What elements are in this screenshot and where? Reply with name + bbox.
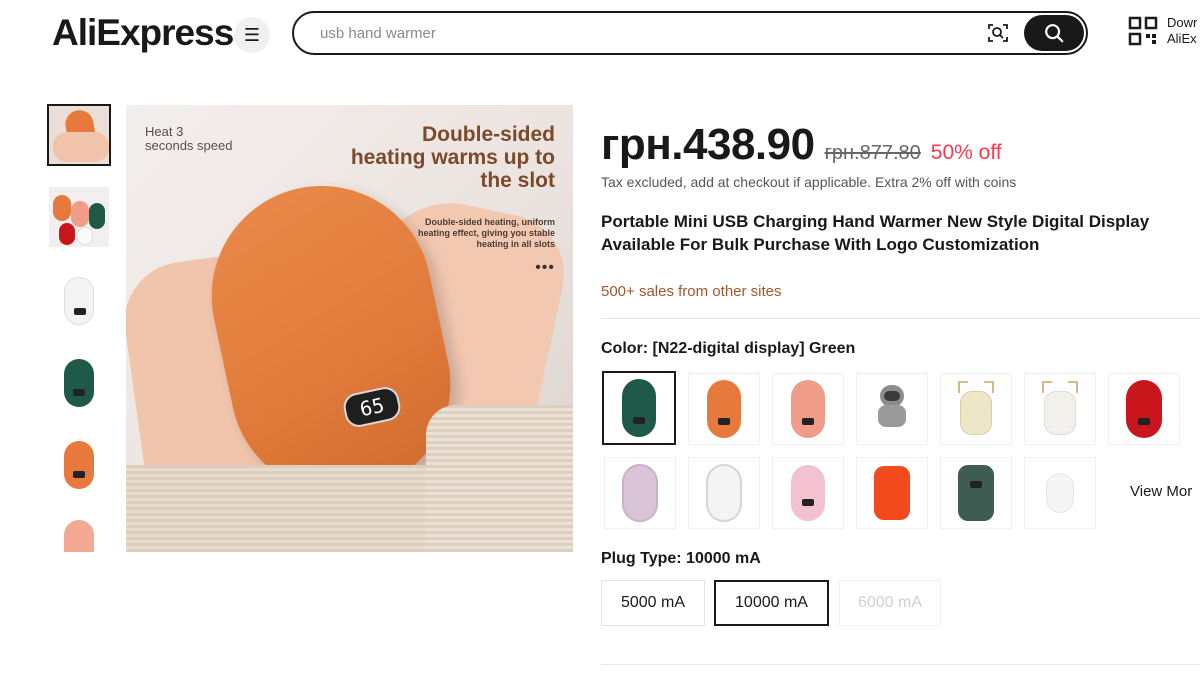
thumbnail-5[interactable]: [47, 434, 111, 496]
image-search-icon[interactable]: [986, 21, 1010, 45]
thumbnail-4[interactable]: [47, 352, 111, 414]
color-swatch-red[interactable]: [1108, 373, 1180, 445]
color-swatch-silver[interactable]: [688, 457, 760, 529]
download-text-line1: Dowr: [1167, 15, 1198, 30]
download-app-link[interactable]: Dowr AliEx: [1167, 15, 1197, 47]
plug-option-5000[interactable]: 5000 mA: [601, 580, 705, 626]
aliexpress-logo[interactable]: AliExpress: [52, 12, 234, 54]
plug-option-6000: 6000 mA: [839, 580, 941, 626]
color-swatch-orange[interactable]: [688, 373, 760, 445]
product-title: Portable Mini USB Charging Hand Warmer N…: [601, 212, 1150, 254]
more-dots-icon: •••: [535, 259, 555, 276]
search-input[interactable]: [320, 21, 960, 45]
plug-option-10000[interactable]: 10000 mA: [714, 580, 829, 626]
search-button[interactable]: [1024, 15, 1084, 51]
menu-button[interactable]: ☰: [234, 17, 270, 53]
color-swatch-green[interactable]: [602, 371, 676, 445]
current-price: грн.438.90: [601, 120, 815, 169]
divider: [601, 664, 1200, 665]
main-product-image[interactable]: 65 Heat 3 seconds speed Double-sided hea…: [126, 105, 573, 552]
color-label: Color: [N22-digital display] Green: [601, 340, 856, 357]
color-swatch-white[interactable]: [1024, 457, 1096, 529]
heat-text: Heat 3 seconds speed: [145, 124, 233, 153]
thumbnail-1[interactable]: [47, 104, 111, 166]
divider: [601, 318, 1200, 319]
color-swatch-bright-orange[interactable]: [856, 457, 928, 529]
image-subtext: Double-sided heating, uniform heating ef…: [417, 217, 555, 249]
download-text-line2: AliEx: [1167, 31, 1197, 46]
qr-code-icon[interactable]: [1128, 16, 1158, 46]
image-headline: Double-sided heating warms up to the slo…: [350, 123, 555, 192]
color-swatch-pink[interactable]: [772, 373, 844, 445]
search-icon: [1045, 24, 1064, 43]
original-price: грн.877.80: [824, 142, 921, 164]
header: AliExpress ☰ Dowr AliEx: [0, 0, 1200, 70]
tax-note: Tax excluded, add at checkout if applica…: [601, 174, 1017, 190]
color-swatch-light-pink[interactable]: [772, 457, 844, 529]
search-bar: [292, 11, 1088, 55]
hamburger-icon: ☰: [243, 25, 261, 45]
thumbnail-6[interactable]: [47, 516, 111, 552]
color-swatch-dark-green[interactable]: [940, 457, 1012, 529]
thumbnail-3[interactable]: [47, 270, 111, 332]
logo-text: AliExpress: [52, 12, 234, 53]
price-row: грн.438.90 грн.877.80 50% off: [601, 120, 1002, 170]
plug-type-label: Plug Type: 10000 mA: [601, 550, 761, 567]
color-swatch-lavender[interactable]: [604, 457, 676, 529]
sales-count: 500+ sales from other sites: [601, 283, 782, 300]
thumbnail-2[interactable]: [47, 186, 111, 248]
color-swatch-deer-white[interactable]: [1024, 373, 1096, 445]
color-swatch-deer-cream[interactable]: [940, 373, 1012, 445]
discount-badge: 50% off: [930, 141, 1002, 164]
color-swatch-astronaut[interactable]: [856, 373, 928, 445]
view-more-link[interactable]: View Mor: [1130, 483, 1192, 500]
